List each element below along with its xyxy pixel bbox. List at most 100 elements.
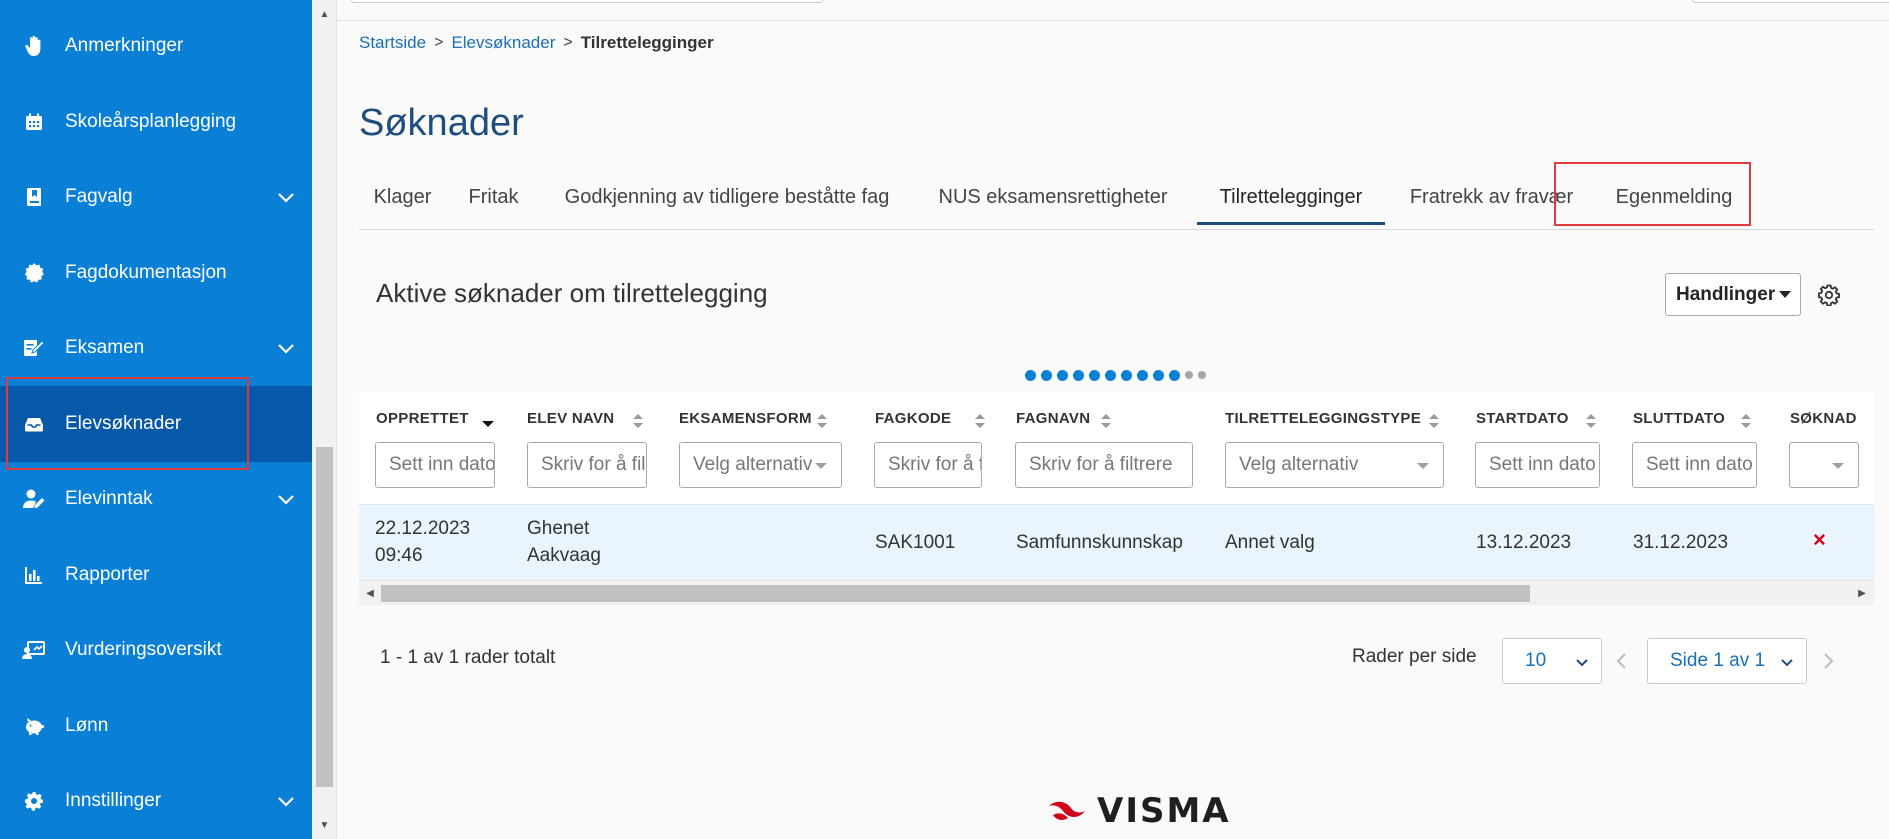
tab-godkjenning[interactable]: Godkjenning av tidligere beståtte fag <box>541 165 913 229</box>
top-right-field[interactable] <box>1692 0 1889 3</box>
pager-dot[interactable] <box>1121 370 1132 381</box>
header-label: EKSAMENSFORM <box>679 410 812 427</box>
pager-dot[interactable] <box>1041 370 1052 381</box>
cell-opprettet: 22.12.2023 09:46 <box>375 515 470 569</box>
pager-dot[interactable] <box>1169 370 1180 381</box>
tab-egenmelding[interactable]: Egenmelding <box>1594 165 1754 229</box>
scroll-right-icon[interactable]: ▶ <box>1853 584 1871 602</box>
pager-dot[interactable] <box>1073 370 1084 381</box>
bookmark-icon <box>22 185 46 209</box>
scroll-left-icon[interactable]: ◀ <box>361 584 379 602</box>
sidebar-item-label: Fagvalg <box>65 186 133 207</box>
next-page-icon[interactable] <box>1819 651 1837 671</box>
sidebar-item-innstillinger[interactable]: Innstillinger <box>0 763 312 839</box>
page-value: Side 1 av 1 <box>1670 650 1766 671</box>
hand-icon <box>22 34 46 58</box>
sort-icon[interactable] <box>973 412 987 430</box>
sidebar-item-fagdokumentasjon[interactable]: Fagdokumentasjon <box>0 235 312 311</box>
cell-first-name: Ghenet <box>527 518 590 539</box>
badge-icon <box>22 261 46 285</box>
sidebar-item-rapporter[interactable]: Rapporter <box>0 537 312 613</box>
column-header-fagnavn[interactable]: FAGNAVN <box>1016 410 1090 427</box>
header-label: STARTDATO <box>1476 410 1569 427</box>
page-select[interactable]: Side 1 av 1 <box>1647 638 1807 684</box>
sidebar-item-anmerkninger[interactable]: Anmerkninger <box>0 8 312 84</box>
filter-eksamensform-select[interactable]: Velg alternativ <box>679 442 842 488</box>
tab-fritak[interactable]: Fritak <box>446 165 541 229</box>
filter-opprettet-input[interactable]: Sett inn dato <box>375 442 495 488</box>
filter-elev-navn-input[interactable]: Skriv for å filtrere <box>527 442 647 488</box>
section-title: Aktive søknader om tilrettelegging <box>376 278 768 308</box>
sort-desc-icon[interactable] <box>481 415 495 433</box>
sidebar-item-label: Elevsøknader <box>65 413 182 434</box>
filter-fagkode-input[interactable]: Skriv for å filtrere <box>874 442 982 488</box>
sidebar-item-label: Rapporter <box>65 564 150 585</box>
horizontal-scrollbar[interactable]: ◀ ▶ <box>359 580 1874 605</box>
calendar-icon <box>22 110 46 134</box>
column-header-opprettet[interactable]: OPPRETTET <box>376 410 469 427</box>
pager-dot[interactable] <box>1185 371 1193 379</box>
top-search-field[interactable] <box>351 0 823 3</box>
pager-dot[interactable] <box>1105 370 1116 381</box>
rows-per-page-select[interactable]: 10 <box>1502 638 1602 684</box>
pager-dot[interactable] <box>1089 370 1100 381</box>
column-header-startdato[interactable]: STARTDATO <box>1476 410 1569 427</box>
sidebar-item-label: Elevinntak <box>65 488 153 509</box>
visma-logo-mark-icon <box>1049 801 1085 820</box>
tab-tilrettelegginger[interactable]: Tilrettelegginger <box>1193 165 1389 229</box>
total-rows-text: 1 - 1 av 1 rader totalt <box>380 647 556 668</box>
sort-icon[interactable] <box>1739 412 1753 430</box>
gear-icon[interactable] <box>1818 284 1840 306</box>
filter-fagnavn-input[interactable]: Skriv for å filtrere <box>1015 442 1193 488</box>
column-header-fagkode[interactable]: FAGKODE <box>875 410 951 427</box>
assessment-icon <box>22 638 46 662</box>
sidebar-item-fagvalg[interactable]: Fagvalg <box>0 159 312 235</box>
vertical-scrollbar[interactable]: ▲ ▼ <box>312 0 337 839</box>
sidebar-item-elevsoknader[interactable]: Elevsøknader <box>0 386 312 462</box>
sidebar-item-label: Anmerkninger <box>65 35 184 56</box>
sidebar-item-elevinntak[interactable]: Elevinntak <box>0 461 312 537</box>
pager-dot[interactable] <box>1057 370 1068 381</box>
sidebar-item-eksamen[interactable]: Eksamen <box>0 310 312 386</box>
sort-icon[interactable] <box>631 412 645 430</box>
previous-page-icon[interactable] <box>1613 651 1631 671</box>
column-pager-dots[interactable] <box>1025 370 1206 381</box>
sidebar-item-vurderingsoversikt[interactable]: Vurderingsoversikt <box>0 612 312 688</box>
scrollbar-thumb[interactable] <box>381 585 1530 602</box>
close-icon[interactable]: × <box>1813 527 1826 553</box>
column-header-sluttdato[interactable]: SLUTTDATO <box>1633 410 1725 427</box>
scrollbar-thumb[interactable] <box>316 447 333 787</box>
sort-icon[interactable] <box>1099 412 1113 430</box>
header-label: SLUTTDATO <box>1633 410 1726 427</box>
filter-startdato-input[interactable]: Sett inn dato <box>1475 442 1600 488</box>
actions-dropdown-button[interactable]: Handlinger <box>1665 273 1801 316</box>
filter-tilretteleggingstype-select[interactable]: Velg alternativ <box>1225 442 1444 488</box>
chevron-right-icon: > <box>563 34 573 51</box>
scroll-up-icon[interactable]: ▲ <box>312 4 337 24</box>
filter-soknad-select[interactable] <box>1789 442 1859 488</box>
pager-dot[interactable] <box>1137 370 1148 381</box>
column-header-soknad[interactable]: SØKNAD <box>1790 410 1857 427</box>
breadcrumb-parent[interactable]: Elevsøknader <box>451 33 555 53</box>
column-header-elev-navn[interactable]: ELEV NAVN <box>527 410 614 427</box>
tab-klager[interactable]: Klager <box>359 165 446 229</box>
sort-icon[interactable] <box>815 412 829 430</box>
sidebar-item-lonn[interactable]: Lønn <box>0 688 312 764</box>
tab-fratrekk-av-fravaer[interactable]: Fratrekk av fravær <box>1389 165 1594 229</box>
filter-sluttdato-input[interactable]: Sett inn dato <box>1632 442 1757 488</box>
piggy-bank-icon <box>22 714 46 738</box>
pager-dot[interactable] <box>1153 370 1164 381</box>
table-row[interactable]: 22.12.2023 09:46 Ghenet Aakvaag SAK1001 … <box>359 504 1874 580</box>
sort-icon[interactable] <box>1427 412 1441 430</box>
pager-dot[interactable] <box>1198 371 1206 379</box>
cell-elev-navn: Ghenet Aakvaag <box>527 515 601 569</box>
cell-fagnavn: Samfunnskunnskap <box>1016 532 1183 553</box>
tab-nus-eksamensrettigheter[interactable]: NUS eksamensrettigheter <box>913 165 1193 229</box>
column-header-tilretteleggingstype[interactable]: TILRETTELEGGINGSTYPE <box>1225 410 1421 427</box>
pager-dot[interactable] <box>1025 370 1036 381</box>
sidebar-item-skolearsplanlegging[interactable]: Skoleårsplanlegging <box>0 84 312 160</box>
breadcrumb-home[interactable]: Startside <box>359 33 426 53</box>
scroll-down-icon[interactable]: ▼ <box>312 815 337 835</box>
sort-icon[interactable] <box>1584 412 1598 430</box>
column-header-eksamensform[interactable]: EKSAMENSFORM <box>679 410 812 427</box>
